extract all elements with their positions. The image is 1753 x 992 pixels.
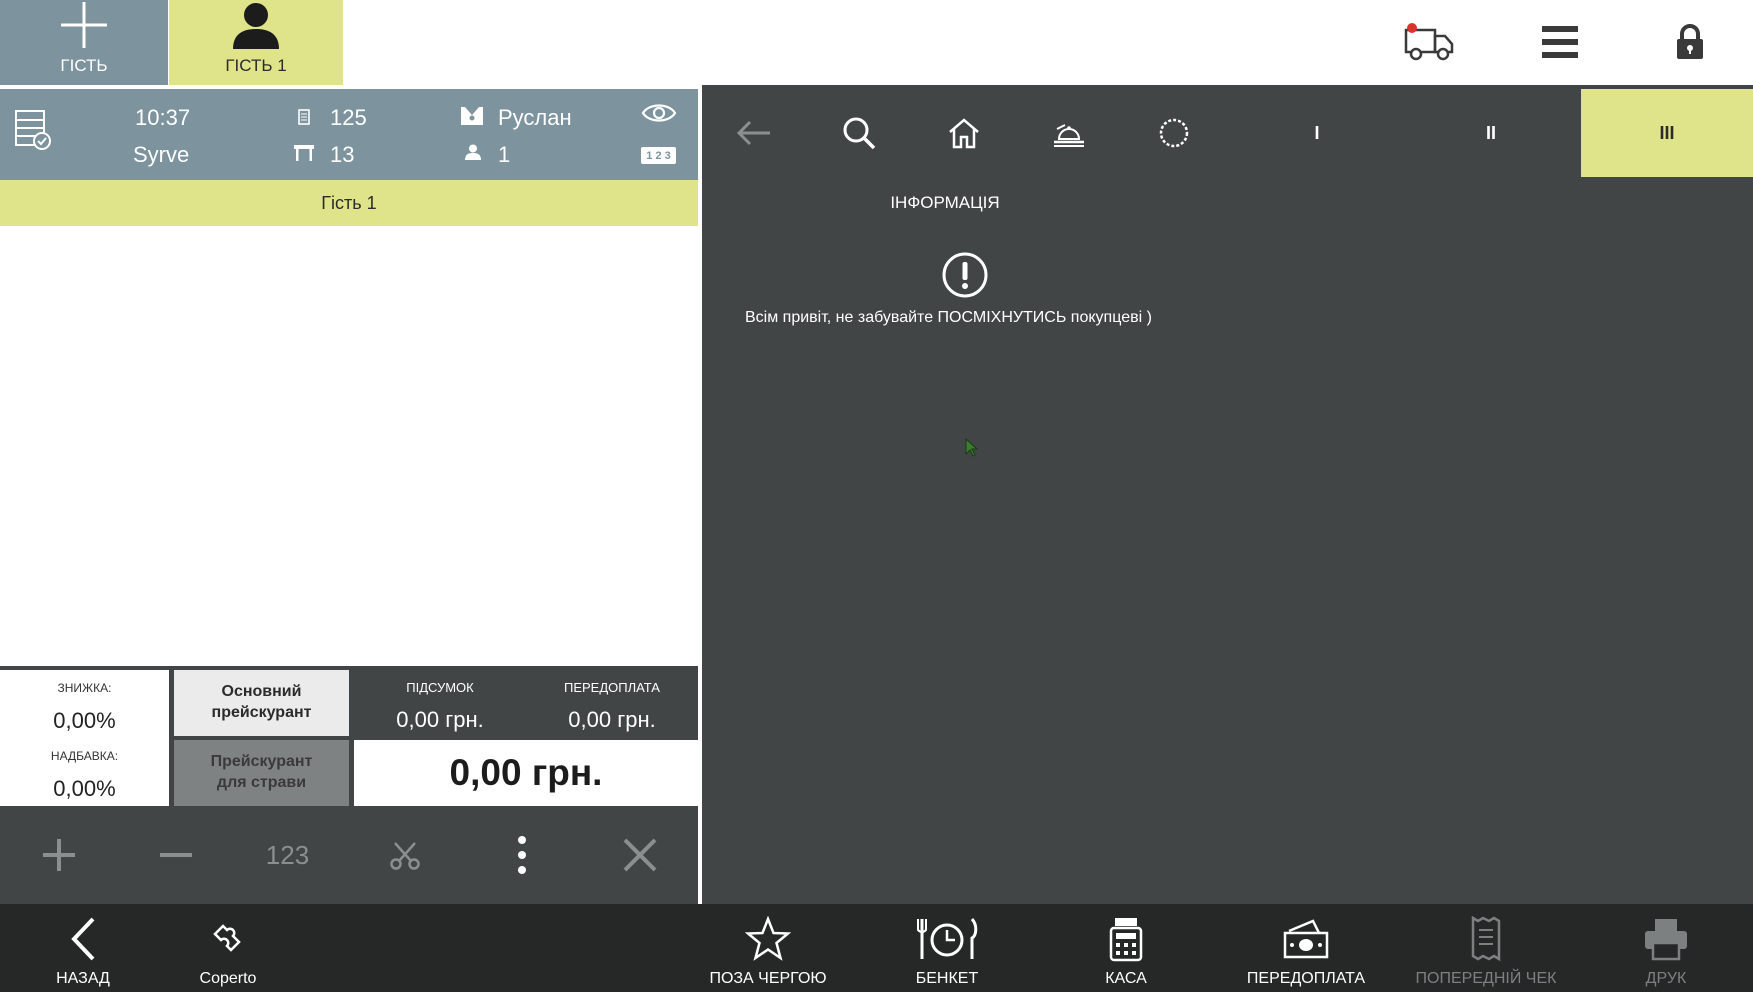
cash-label: КАСА bbox=[1105, 970, 1147, 987]
hamburger-menu-icon[interactable] bbox=[1530, 14, 1590, 70]
print-label: ДРУК bbox=[1645, 970, 1687, 987]
plus-icon bbox=[61, 2, 107, 48]
tab-1[interactable]: I bbox=[1230, 89, 1404, 177]
cash-register-button[interactable]: КАСА bbox=[1086, 904, 1166, 992]
tab-2-label: II bbox=[1485, 122, 1496, 143]
calculator-icon bbox=[1109, 918, 1143, 962]
tab-2[interactable]: II bbox=[1404, 89, 1578, 177]
dish-price-list-label: Прейскурант для страви bbox=[210, 753, 313, 791]
out-of-turn-button[interactable]: ПОЗА ЧЕРГОЮ bbox=[705, 904, 831, 992]
main-price-list-button[interactable]: Основний прейскурант bbox=[174, 670, 349, 736]
search-icon[interactable] bbox=[829, 105, 889, 161]
main-price-list-label: Основний прейскурант bbox=[211, 683, 312, 721]
eye-icon[interactable] bbox=[641, 101, 677, 125]
prepayment-button[interactable]: ПЕРЕДОПЛАТА bbox=[1246, 904, 1366, 992]
receipt-icon bbox=[1471, 916, 1501, 962]
prepayment-label: ПЕРЕДОПЛАТА bbox=[564, 680, 660, 695]
delivery-truck-icon[interactable] bbox=[1399, 14, 1459, 70]
top-bar: ГІСТЬ ГІСТЬ 1 bbox=[0, 0, 1753, 85]
discount-label: ЗНИЖКА: bbox=[57, 681, 112, 695]
order-checklist-icon[interactable] bbox=[14, 109, 52, 151]
order-item-toolbar: 123 bbox=[0, 806, 698, 904]
order-time: 10:37 bbox=[135, 105, 191, 130]
print-button[interactable]: ДРУК bbox=[1626, 904, 1706, 992]
more-options-button[interactable] bbox=[463, 806, 580, 904]
order-number: 125 bbox=[330, 105, 367, 130]
alert-circle-icon bbox=[941, 251, 989, 299]
guests-count-icon bbox=[465, 144, 481, 160]
surcharge-label: НАДБАВКА: bbox=[50, 749, 119, 763]
guest-strip-label: Гість 1 bbox=[321, 192, 377, 213]
lock-icon[interactable] bbox=[1660, 14, 1720, 70]
order-total: 0,00 грн. bbox=[354, 740, 698, 806]
menu-panel: I II III ІНФОРМАЦІЯ Всім привіт, не забу… bbox=[698, 85, 1753, 904]
waiter-icon bbox=[460, 106, 484, 126]
subtotal-label: ПІДСУМОК bbox=[406, 680, 474, 695]
dish-price-list-button[interactable]: Прейскурант для страви bbox=[174, 740, 349, 806]
info-message: Всім привіт, не забувайте ПОСМІХНУТИСЬ п… bbox=[745, 309, 1152, 326]
coperto-label: Coperto bbox=[199, 970, 257, 987]
guests-count: 1 bbox=[498, 142, 511, 167]
delete-item-button[interactable] bbox=[581, 806, 698, 904]
split-button[interactable] bbox=[346, 806, 463, 904]
tab-1-label: I bbox=[1314, 122, 1320, 143]
preliminary-check-button[interactable]: ПОПЕРЕДНІЙ ЧЕК bbox=[1416, 904, 1556, 992]
tab-3-label: III bbox=[1659, 122, 1675, 143]
preliminary-check-label: ПОПЕРЕДНІЙ ЧЕК bbox=[1415, 970, 1557, 987]
guest-strip[interactable]: Гість 1 bbox=[0, 180, 698, 226]
banquet-clock-icon bbox=[917, 918, 978, 959]
order-summary: ЗНИЖКА: 0,00% НАДБАВКА: 0,00% Основний п… bbox=[0, 666, 698, 806]
close-icon bbox=[623, 838, 656, 872]
bottom-action-bar: НАЗАД Coperto ПОЗА ЧЕРГОЮ БЕНКЕТ КАСА ПЕ… bbox=[0, 904, 1753, 992]
table-number: 13 bbox=[330, 142, 355, 167]
discount-surcharge-panel[interactable]: ЗНИЖКА: 0,00% НАДБАВКА: 0,00% bbox=[0, 670, 169, 806]
plus-icon bbox=[42, 839, 75, 871]
discount-value: 0,00% bbox=[53, 708, 116, 733]
panel-divider bbox=[698, 85, 702, 904]
tab-3-active[interactable]: III bbox=[1581, 89, 1753, 177]
restaurant-name: Syrve bbox=[133, 142, 190, 167]
kitchen-service-icon[interactable] bbox=[1039, 105, 1099, 161]
banquet-label: БЕНКЕТ bbox=[915, 970, 979, 987]
person-icon bbox=[233, 3, 279, 49]
table-icon bbox=[293, 144, 315, 162]
back-arrow-icon[interactable] bbox=[724, 105, 784, 161]
order-items-list[interactable] bbox=[0, 226, 698, 666]
back-button[interactable]: НАЗАД bbox=[40, 904, 126, 992]
settings-gear-icon[interactable] bbox=[1144, 105, 1204, 161]
guest-tab-1[interactable]: ГІСТЬ 1 bbox=[169, 0, 343, 85]
numpad-quantity-button[interactable]: 123 bbox=[229, 806, 346, 904]
mouse-cursor-icon bbox=[965, 438, 979, 458]
surcharge-value: 0,00% bbox=[53, 776, 116, 801]
back-label: НАЗАД bbox=[56, 970, 110, 987]
printer-icon bbox=[1645, 919, 1687, 961]
order-number-icon bbox=[298, 109, 310, 125]
add-guest-label: ГІСТЬ bbox=[60, 56, 108, 75]
banquet-button[interactable]: БЕНКЕТ bbox=[907, 904, 987, 992]
prepayment-value: 0,00 грн. bbox=[568, 707, 656, 732]
out-of-turn-label: ПОЗА ЧЕРГОЮ bbox=[709, 970, 827, 987]
money-icon bbox=[1283, 919, 1329, 959]
scissors-icon bbox=[389, 842, 420, 870]
order-header: 10:37 Syrve 125 13 Руслан 1 1 2 3 bbox=[0, 89, 698, 180]
info-title: ІНФОРМАЦІЯ bbox=[890, 193, 1000, 212]
prepayment-button-label: ПЕРЕДОПЛАТА bbox=[1246, 970, 1366, 987]
vertical-dots-icon bbox=[517, 836, 526, 874]
chevron-left-icon bbox=[71, 917, 95, 961]
increase-quantity-button[interactable] bbox=[0, 806, 117, 904]
home-icon[interactable] bbox=[934, 105, 994, 161]
waiter-name: Руслан bbox=[498, 105, 572, 130]
puzzle-icon bbox=[213, 924, 241, 952]
subtotal-value: 0,00 грн. bbox=[396, 707, 484, 732]
add-guest-button[interactable]: ГІСТЬ bbox=[0, 0, 168, 85]
guest-tab-label: ГІСТЬ 1 bbox=[225, 56, 287, 75]
minus-icon bbox=[159, 853, 192, 857]
numpad-label: 123 bbox=[265, 839, 310, 870]
numbers-badge[interactable]: 1 2 3 bbox=[641, 147, 676, 164]
decrease-quantity-button[interactable] bbox=[117, 806, 234, 904]
star-icon bbox=[745, 916, 791, 961]
coperto-button[interactable]: Coperto bbox=[183, 904, 273, 992]
